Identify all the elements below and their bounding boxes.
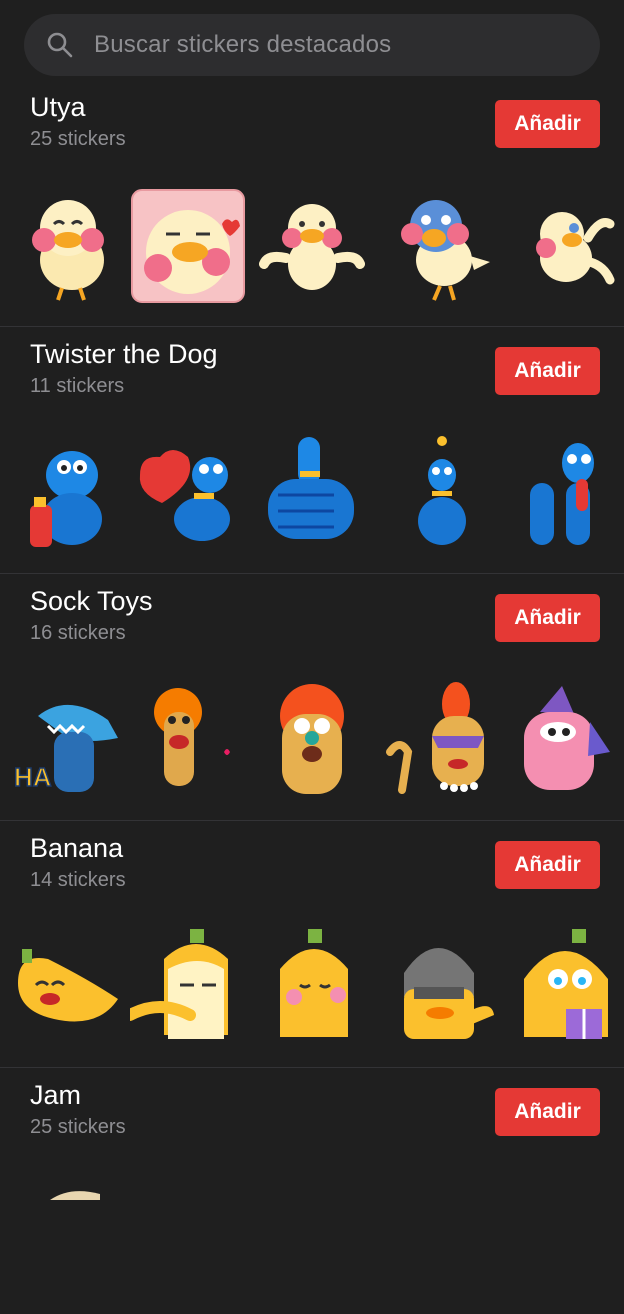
pack-title: Utya	[30, 92, 86, 122]
duck-laughing-sticker[interactable]	[14, 188, 130, 304]
sticker-row	[0, 929, 624, 1045]
sock-orange-surprised-sticker[interactable]	[254, 682, 370, 798]
svg-text:HA: HA	[14, 762, 52, 792]
balloon-dog-extinguisher-sticker[interactable]	[14, 435, 130, 551]
sticker-pack-list: Utya 25 stickers Añadir Twister the Dog …	[0, 80, 624, 1314]
duck-heart-sticker[interactable]	[130, 188, 246, 304]
blue-duck-sticker[interactable]	[384, 188, 500, 304]
balloon-thumbs-up-sticker[interactable]	[254, 435, 370, 551]
duck-shrug-sticker[interactable]	[254, 188, 370, 304]
pack-count: 11 stickers	[30, 375, 125, 397]
sticker-row	[0, 435, 624, 551]
banana-shy-sticker[interactable]	[254, 929, 370, 1045]
duck-dancing-sticker[interactable]	[510, 188, 624, 304]
pack-title: Sock Toys	[30, 586, 153, 616]
add-pack-button[interactable]: Añadir	[495, 1088, 600, 1136]
sock-lady-mask-sticker[interactable]	[384, 682, 500, 798]
balloon-dog-heart-sticker[interactable]	[130, 435, 246, 551]
balloon-dog-bee-sticker[interactable]	[384, 435, 500, 551]
pack-count: 16 stickers	[30, 622, 126, 644]
banana-sleepy-sticker[interactable]	[130, 929, 246, 1045]
balloon-dog-tongue-sticker[interactable]	[510, 435, 624, 551]
sticker-pack-sock-toys[interactable]: Sock Toys 16 stickers Añadir HA	[0, 574, 624, 821]
pack-title: Banana	[30, 833, 124, 863]
jam-sticker-peek	[50, 1191, 100, 1200]
add-pack-button[interactable]: Añadir	[495, 841, 600, 889]
pack-count: 14 stickers	[30, 869, 126, 891]
sticker-pack-twister-the-dog[interactable]: Twister the Dog 11 stickers Añadir	[0, 327, 624, 574]
add-pack-button[interactable]: Añadir	[495, 347, 600, 395]
sticker-pack-banana[interactable]: Banana 14 stickers Añadir	[0, 821, 624, 1068]
sticker-pack-utya[interactable]: Utya 25 stickers Añadir	[0, 80, 624, 327]
banana-helmet-sticker[interactable]	[384, 929, 500, 1045]
add-pack-button[interactable]: Añadir	[495, 100, 600, 148]
pack-title: Twister the Dog	[30, 339, 218, 369]
sock-orange-hair-sticker[interactable]	[130, 682, 246, 798]
banana-gift-sticker[interactable]	[510, 929, 624, 1045]
pack-count: 25 stickers	[30, 1116, 126, 1138]
pack-count: 25 stickers	[30, 128, 126, 150]
banana-laughing-sticker[interactable]	[14, 929, 130, 1045]
search-placeholder: Buscar stickers destacados	[94, 31, 392, 58]
sock-party-hat-sticker[interactable]	[510, 682, 624, 798]
search-icon	[47, 32, 73, 58]
search-input[interactable]: Buscar stickers destacados	[24, 14, 600, 76]
pack-title: Jam	[30, 1080, 82, 1110]
sticker-row	[0, 188, 624, 304]
sock-shark-ha-sticker[interactable]: HA	[14, 682, 130, 798]
sticker-row: HA	[0, 682, 624, 798]
add-pack-button[interactable]: Añadir	[495, 594, 600, 642]
search-header: Buscar stickers destacados	[0, 0, 624, 92]
